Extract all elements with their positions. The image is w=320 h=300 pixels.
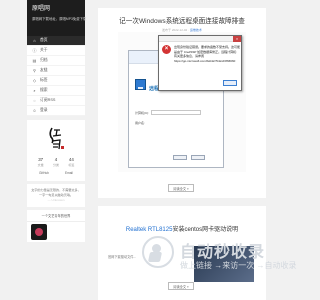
github-link[interactable]: GitHub [39,171,49,175]
nav-item-tags[interactable]: ◇ 标签 [27,76,85,86]
tag-icon: ◇ [32,78,37,83]
error-message: 出现身份验证错误。要求的函数不受支持。这可能是由于 CredSSP 加密数据库修… [174,45,241,63]
nav-label: 友链 [40,68,48,72]
recent-section-title: 一个文艺青年的世界 [27,210,85,222]
nav-item-home[interactable]: ⌂ 首页 [27,36,85,46]
post-excerpt: 官网下载驱动文件... [108,255,137,259]
motto-signature: — Unknown [47,198,65,202]
info-icon: ⓘ [32,47,37,53]
error-dialog-titlebar [159,36,241,42]
stat-posts[interactable]: 37 文章 [38,157,44,167]
email-link[interactable]: Email [65,171,73,175]
read-more-button[interactable]: 阅读全文 » [168,184,194,192]
site-subtitle: 原唱网下载地址，原唱MP3免费下载 [32,17,87,21]
stat-number: 44 [68,157,74,162]
link-icon: ⚲ [33,68,36,73]
nav-label: 搜索 [40,88,48,92]
archive-icon: ▤ [32,58,37,63]
ok-button [223,80,237,86]
rss-icon: ◌ [33,98,36,103]
stat-label: 文章 [37,163,44,167]
search-icon: ⌕ [33,88,36,93]
home-icon: ⌂ [33,38,36,43]
read-more-button[interactable]: 阅读全文 » [168,282,194,290]
nav-item-archive[interactable]: ▤ 归档 [27,56,85,66]
site-brand[interactable]: 原唱网 原唱网下载地址，原唱MP3免费下载 [27,0,87,36]
nav-label: 登录 [40,108,48,112]
stat-label: 分类 [52,163,59,167]
nav-label: 关于 [40,48,48,52]
watermark-title: 自动秒收录 [180,244,266,261]
post-title-part: Realtek RTL8125 [125,227,173,233]
motto-card: 文字的力量是无限的，不需要太多，一字一句足以触动灵魂。 — Unknown [27,184,85,207]
watermark-subtitle: 做上链接 →来访一次 →自动收录 [180,261,297,270]
post-title[interactable]: Realtek RTL8125安装centos网卡驱动说明 [98,224,266,233]
nav-label: 标签 [40,78,48,82]
profile-card: 37 文章 4 分类 44 标签 GitHub Email [27,120,85,181]
nav-item-links[interactable]: ⚲ 友链 [27,66,85,76]
recent-item[interactable] [27,222,85,242]
contact-links: GitHub Email [27,167,85,177]
sidebar-nav: ⌂ 首页 ⓘ 关于 ▤ 归档 ⚲ 友链 ◇ 标签 ⌕ 搜索 ◌ 订阅RSS ☺ [27,36,85,116]
watermark: 自动秒收录 做上链接 →来访一次 →自动收录 [142,236,296,276]
user-icon: ☺ [32,108,37,113]
stat-number: 37 [38,157,44,162]
post-card: 记一次Windows系统远程桌面连接故障排查 发布于 2022-12-02 · … [98,8,266,198]
user-label: 用户名: [135,121,145,125]
nav-label: 订阅RSS [40,98,56,102]
error-icon: × [162,45,171,54]
profile-stats: 37 文章 4 分类 44 标签 [27,154,85,167]
connect-button [173,155,187,160]
nav-item-rss[interactable]: ◌ 订阅RSS [27,96,85,106]
computer-field [151,110,201,115]
site-title: 原唱网 [32,6,51,12]
stat-tags[interactable]: 44 标签 [68,157,74,167]
stat-categories[interactable]: 4 分类 [53,157,59,167]
help-button [191,155,205,160]
nav-label: 首页 [40,38,48,42]
error-dialog: × × 出现身份验证错误。要求的函数不受支持。这可能是由于 CredSSP 加密… [158,35,242,91]
stat-label: 标签 [68,163,75,167]
recent-thumbnail [31,224,47,240]
nav-label: 归档 [40,58,48,62]
nav-item-about[interactable]: ⓘ 关于 [27,46,85,56]
motto-text: 文字的力量是无限的，不需要太多，一字一句足以触动灵魂。 [31,188,81,197]
post-title-part: 安装centos网卡驱动说明 [172,227,239,233]
robot-icon [142,236,174,268]
nav-item-search[interactable]: ⌕ 搜索 [27,86,85,96]
post-screenshot: 远程桌面连接 计算机(C): 用户名: × × 出现身份验证错误。要求的函数不受… [118,32,246,172]
computer-label: 计算机(C): [135,111,149,115]
close-icon: × [233,36,241,42]
nav-item-login[interactable]: ☺ 登录 [27,106,85,116]
stat-number: 4 [54,157,58,162]
post-title[interactable]: 记一次Windows系统远程桌面连接故障排查 [98,15,266,25]
sidebar: 原唱网 原唱网下载地址，原唱MP3免费下载 ⌂ 首页 ⓘ 关于 ▤ 归档 ⚲ 友… [27,0,87,300]
avatar-calligraphy [41,124,71,154]
monitor-icon [135,79,146,90]
